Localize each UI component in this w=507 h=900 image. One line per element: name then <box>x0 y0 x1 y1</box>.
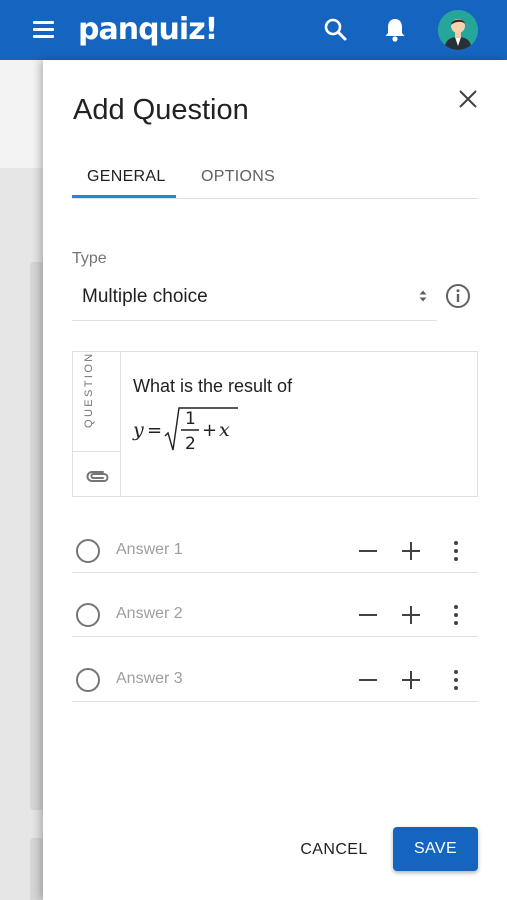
panel-title: Add Question <box>73 94 249 126</box>
search-icon[interactable] <box>320 14 352 46</box>
avatar[interactable] <box>438 10 478 50</box>
background-card-edge <box>30 838 43 900</box>
formula-var: x <box>219 419 230 441</box>
info-icon[interactable] <box>444 282 472 310</box>
answer-input[interactable]: Answer 3 <box>116 668 183 690</box>
question-editor: QUESTION What is the result of y = 1 2 +… <box>72 351 478 497</box>
question-label: QUESTION <box>83 351 95 428</box>
tabs-divider <box>72 198 478 199</box>
tab-general[interactable]: GENERAL <box>87 164 166 190</box>
remove-answer-icon[interactable] <box>356 539 380 563</box>
type-select-value: Multiple choice <box>82 286 208 307</box>
close-icon[interactable] <box>455 86 481 112</box>
remove-answer-icon[interactable] <box>356 603 380 627</box>
answer-input[interactable]: Answer 2 <box>116 603 183 625</box>
remove-answer-icon[interactable] <box>356 668 380 692</box>
answer-radio[interactable] <box>76 539 100 563</box>
formula-equals: = <box>147 420 162 441</box>
more-options-icon[interactable] <box>444 603 468 627</box>
formula-numerator: 1 <box>185 409 196 429</box>
avatar-icon <box>438 10 478 50</box>
cancel-button[interactable]: CANCEL <box>292 828 376 872</box>
formula-plus: + <box>202 420 217 441</box>
menu-icon[interactable] <box>30 18 60 42</box>
answer-input[interactable]: Answer 1 <box>116 539 183 561</box>
bell-icon[interactable] <box>379 14 411 46</box>
answer-row: Answer 2 <box>72 587 478 637</box>
add-answer-icon[interactable] <box>399 668 423 692</box>
answer-radio[interactable] <box>76 668 100 692</box>
attachment-icon[interactable] <box>73 452 121 497</box>
question-text[interactable]: What is the result of <box>133 374 292 398</box>
question-formula[interactable]: y = 1 2 + x <box>131 402 241 458</box>
more-options-icon[interactable] <box>444 668 468 692</box>
more-options-icon[interactable] <box>444 539 468 563</box>
add-question-panel: Add Question GENERAL OPTIONS Type Multip… <box>43 60 507 900</box>
background-card-edge <box>30 262 43 810</box>
app-bar: panquiz! <box>0 0 507 60</box>
save-button[interactable]: SAVE <box>393 827 478 871</box>
answer-row: Answer 3 <box>72 652 478 702</box>
formula-lhs: y <box>132 419 144 441</box>
app-logo[interactable]: panquiz! <box>78 12 218 48</box>
type-label: Type <box>72 250 107 267</box>
add-answer-icon[interactable] <box>399 539 423 563</box>
type-select[interactable]: Multiple choice <box>72 278 437 321</box>
answer-row: Answer 1 <box>72 523 478 573</box>
select-arrows-icon <box>419 290 427 302</box>
question-label-strip: QUESTION <box>73 351 121 452</box>
formula-denominator: 2 <box>185 434 196 454</box>
tab-options[interactable]: OPTIONS <box>201 164 275 190</box>
add-answer-icon[interactable] <box>399 603 423 627</box>
answer-radio[interactable] <box>76 603 100 627</box>
